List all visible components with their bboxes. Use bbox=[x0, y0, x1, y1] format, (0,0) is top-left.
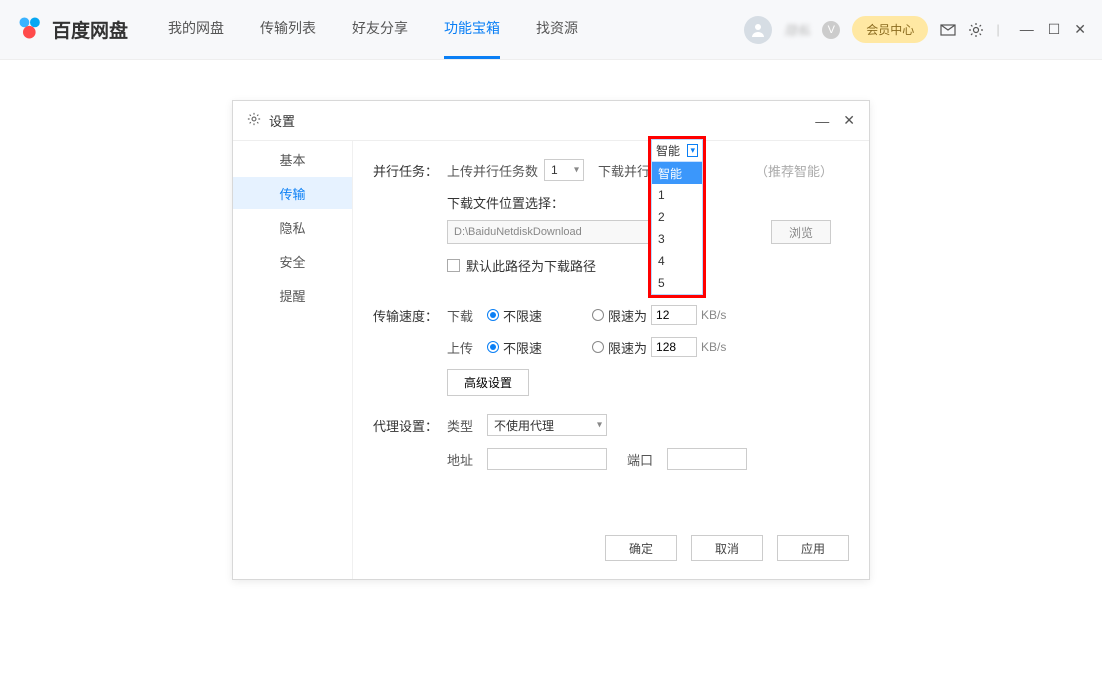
proxy-label: 代理设置： bbox=[373, 416, 447, 435]
proxy-addr-input[interactable] bbox=[487, 448, 607, 470]
ul-unit: KB/s bbox=[701, 340, 726, 354]
vip-badge-icon: V bbox=[822, 21, 840, 39]
top-bar: 百度网盘 我的网盘 传输列表 好友分享 功能宝箱 找资源 隐私 V 会员中心 |… bbox=[0, 0, 1102, 60]
cancel-button[interactable]: 取消 bbox=[691, 535, 763, 561]
proxy-port-input[interactable] bbox=[667, 448, 747, 470]
ok-button[interactable]: 确定 bbox=[605, 535, 677, 561]
speed-label: 传输速度： bbox=[373, 306, 447, 325]
dialog-title: 设置 bbox=[269, 111, 295, 130]
speed-ul-row: 上传 不限速 限速为 KB/s bbox=[447, 337, 849, 357]
browse-button[interactable]: 浏览 bbox=[771, 220, 831, 244]
main-nav: 我的网盘 传输列表 好友分享 功能宝箱 找资源 bbox=[168, 0, 578, 59]
dropdown-option-2[interactable]: 2 bbox=[652, 206, 702, 228]
proxy-type-label: 类型 bbox=[447, 416, 481, 435]
proxy-port-label: 端口 bbox=[627, 450, 661, 469]
nav-find-resource[interactable]: 找资源 bbox=[536, 0, 578, 59]
settings-dialog: 设置 — ✕ 基本 传输 隐私 安全 提醒 并行任务： 上传并行任务数 1▾ 下… bbox=[232, 100, 870, 580]
dropdown-option-4[interactable]: 4 bbox=[652, 250, 702, 272]
maximize-button[interactable]: ☐ bbox=[1048, 21, 1061, 38]
dropdown-trigger[interactable]: 智能 ▾ bbox=[652, 140, 702, 162]
nav-toolbox[interactable]: 功能宝箱 bbox=[444, 0, 500, 59]
mail-icon[interactable] bbox=[940, 22, 956, 38]
settings-sidebar: 基本 传输 隐私 安全 提醒 bbox=[233, 141, 353, 579]
sidebar-tab-notify[interactable]: 提醒 bbox=[233, 279, 352, 311]
sidebar-tab-privacy[interactable]: 隐私 bbox=[233, 211, 352, 243]
proxy-addr-row: 地址 端口 bbox=[447, 448, 849, 470]
dl-unlimited-radio[interactable] bbox=[487, 309, 499, 321]
sidebar-tab-security[interactable]: 安全 bbox=[233, 245, 352, 277]
settings-gear-icon[interactable] bbox=[968, 22, 984, 38]
dl-limit-input[interactable] bbox=[651, 305, 697, 325]
avatar[interactable] bbox=[744, 16, 772, 44]
proxy-type-select[interactable]: 不使用代理▾ bbox=[487, 414, 607, 436]
apply-button[interactable]: 应用 bbox=[777, 535, 849, 561]
gear-icon bbox=[247, 112, 261, 129]
ul-limit-input[interactable] bbox=[651, 337, 697, 357]
parallel-hint: （推荐智能） bbox=[755, 161, 833, 180]
minimize-button[interactable]: — bbox=[1020, 21, 1034, 38]
dropdown-option-3[interactable]: 3 bbox=[652, 228, 702, 250]
dropdown-option-1[interactable]: 1 bbox=[652, 184, 702, 206]
proxy-addr-label: 地址 bbox=[447, 450, 481, 469]
ul-label: 上传 bbox=[447, 338, 481, 357]
dialog-minimize-button[interactable]: — bbox=[815, 113, 829, 129]
dl-unit: KB/s bbox=[701, 308, 726, 322]
default-path-checkbox[interactable] bbox=[447, 259, 460, 272]
dialog-close-button[interactable]: ✕ bbox=[843, 112, 855, 129]
default-path-label: 默认此路径为下载路径 bbox=[466, 256, 596, 275]
upload-parallel-label: 上传并行任务数 bbox=[447, 161, 538, 180]
window-controls: — ☐ ✕ bbox=[1020, 21, 1086, 38]
username: 隐私 bbox=[784, 20, 810, 39]
parallel-row: 并行任务： 上传并行任务数 1▾ 下载并行任务数 （推荐智能） bbox=[373, 159, 849, 181]
chevron-down-icon: ▾ bbox=[687, 144, 698, 157]
ul-unlimited-radio[interactable] bbox=[487, 341, 499, 353]
speed-dl-row: 传输速度： 下载 不限速 限速为 KB/s bbox=[373, 305, 849, 325]
nav-transfer-list[interactable]: 传输列表 bbox=[260, 0, 316, 59]
download-loc-label: 下载文件位置选择： bbox=[447, 193, 849, 212]
chevron-down-icon: ▾ bbox=[574, 165, 579, 176]
cloud-logo-icon bbox=[16, 14, 44, 45]
download-path-input[interactable] bbox=[447, 220, 671, 244]
nav-my-disk[interactable]: 我的网盘 bbox=[168, 0, 224, 59]
dropdown-option-smart[interactable]: 智能 bbox=[652, 162, 702, 184]
settings-content: 并行任务： 上传并行任务数 1▾ 下载并行任务数 （推荐智能） 下载文件位置选择… bbox=[353, 141, 869, 579]
dl-limited-radio[interactable] bbox=[592, 309, 604, 321]
app-logo: 百度网盘 bbox=[16, 14, 128, 45]
top-right: 隐私 V 会员中心 | — ☐ ✕ bbox=[744, 16, 1086, 44]
member-center-button[interactable]: 会员中心 bbox=[852, 16, 928, 43]
download-parallel-dropdown: 智能 ▾ 智能 1 2 3 4 5 bbox=[651, 139, 703, 295]
chevron-down-icon: ▾ bbox=[597, 420, 602, 431]
dropdown-option-5[interactable]: 5 bbox=[652, 272, 702, 294]
sidebar-tab-transfer[interactable]: 传输 bbox=[233, 177, 352, 209]
nav-friend-share[interactable]: 好友分享 bbox=[352, 0, 408, 59]
ul-limited-radio[interactable] bbox=[592, 341, 604, 353]
app-name: 百度网盘 bbox=[52, 16, 128, 43]
proxy-type-row: 代理设置： 类型 不使用代理▾ bbox=[373, 414, 849, 436]
sidebar-tab-basic[interactable]: 基本 bbox=[233, 143, 352, 175]
download-path-row: 浏览 bbox=[447, 220, 849, 244]
advanced-settings-button[interactable]: 高级设置 bbox=[447, 369, 529, 396]
parallel-label: 并行任务： bbox=[373, 161, 447, 180]
dl-label: 下载 bbox=[447, 306, 481, 325]
close-button[interactable]: ✕ bbox=[1074, 21, 1086, 38]
upload-parallel-select[interactable]: 1▾ bbox=[544, 159, 584, 181]
dialog-footer: 确定 取消 应用 bbox=[605, 535, 849, 561]
default-path-row: 默认此路径为下载路径 bbox=[447, 256, 849, 275]
dialog-titlebar: 设置 — ✕ bbox=[233, 101, 869, 141]
